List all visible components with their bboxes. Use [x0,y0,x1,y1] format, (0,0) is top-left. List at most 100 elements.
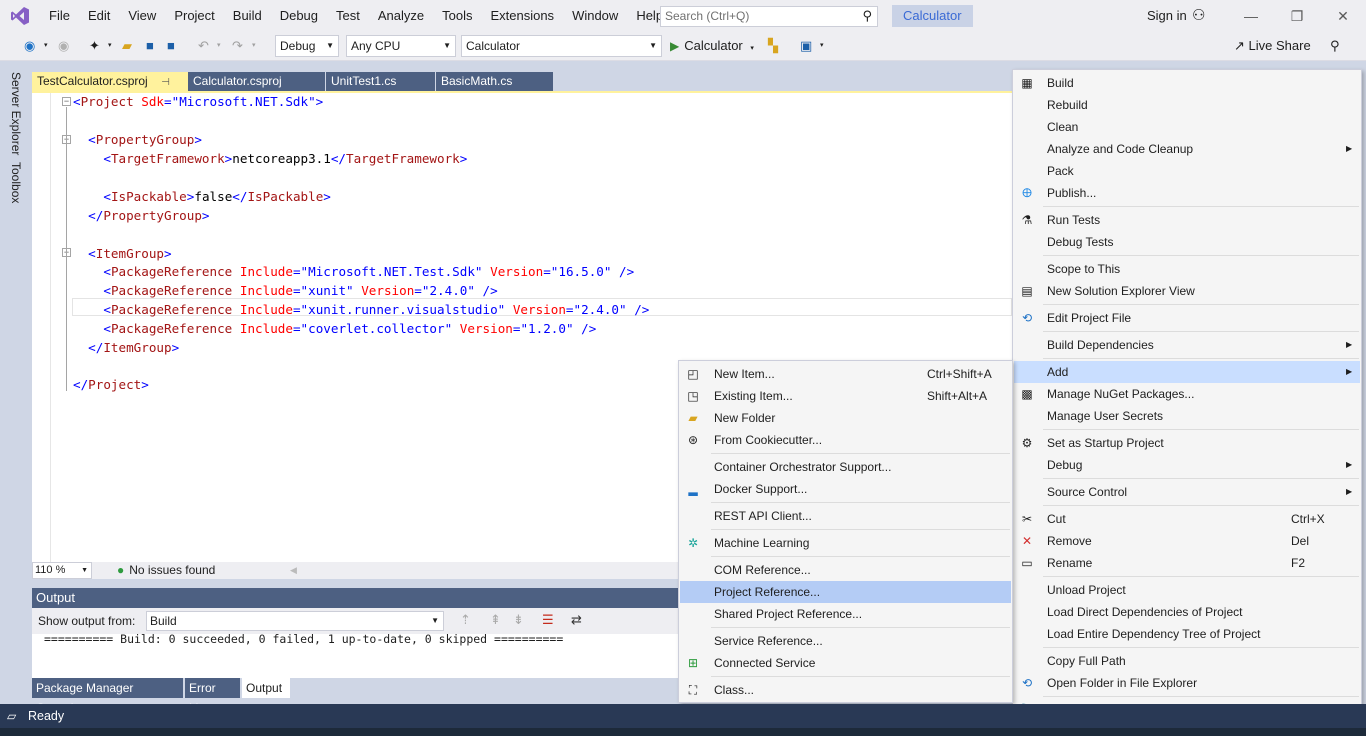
menu-file[interactable]: File [40,0,79,32]
add-rest-api-client[interactable]: REST API Client... [680,505,1011,527]
menu-project[interactable]: Project [165,0,223,32]
ctx-source-control[interactable]: Source Control ▶ [1014,481,1360,503]
ctx-load-direct-dependencies-of-project[interactable]: Load Direct Dependencies of Project [1014,601,1360,623]
ctx-cut[interactable]: ✂ Cut Ctrl+X [1014,508,1360,530]
search-box[interactable]: Search (Ctrl+Q) ⚲ [660,6,878,27]
menu-analyze[interactable]: Analyze [369,0,433,32]
forward-arrow-icon[interactable]: ◉ [58,36,69,56]
add-connected-service[interactable]: ⊞ Connected Service [680,652,1011,674]
ctx-edit-project-file[interactable]: ⟲ Edit Project File [1014,307,1360,329]
menu-debug[interactable]: Debug [271,0,327,32]
configuration-combo[interactable]: Debug ▼ [275,35,339,57]
issues-indicator[interactable]: ● No issues found [117,562,215,579]
ctx-build-dependencies[interactable]: Build Dependencies ▶ [1014,334,1360,356]
word-wrap-icon[interactable]: ⇄ [571,612,582,628]
menu-edit[interactable]: Edit [79,0,119,32]
tab-basicmath-cs[interactable]: BasicMath.cs [436,72,553,91]
collapse-icon[interactable]: − [62,97,71,106]
ctx-scope-to-this[interactable]: Scope to This [1014,258,1360,280]
add-project-reference[interactable]: Project Reference... [680,581,1011,603]
zoom-combo[interactable]: 110 % ▼ [32,562,92,579]
ctx-rebuild[interactable]: Rebuild [1014,94,1360,116]
close-window-button[interactable]: ✕ [1320,0,1366,32]
tab-error-list[interactable]: Error List [185,678,240,715]
new-project-dropdown-icon[interactable]: ▾ [108,36,112,56]
clear-all-icon[interactable]: ☰ [542,612,554,628]
menu-tools[interactable]: Tools [433,0,481,32]
add-new-item[interactable]: ◰ New Item... Ctrl+Shift+A [680,363,1011,385]
add-docker-support[interactable]: ▂ Docker Support... [680,478,1011,500]
find-message-icon[interactable]: ⇡ [460,612,471,628]
ctx-manage-nuget-packages[interactable]: ▩ Manage NuGet Packages... [1014,383,1360,405]
toolbar-overflow-icon[interactable]: ▾ [820,36,824,56]
add-existing-item[interactable]: ◳ Existing Item... Shift+Alt+A [680,385,1011,407]
save-icon[interactable]: ■ [146,36,154,56]
toolbox-tab[interactable]: Toolbox [9,162,23,203]
add-new-folder[interactable]: ▰ New Folder [680,407,1011,429]
menu-view[interactable]: View [119,0,165,32]
ctx-load-entire-dependency-tree-of-project[interactable]: Load Entire Dependency Tree of Project [1014,623,1360,645]
add-machine-learning[interactable]: ✲ Machine Learning [680,532,1011,554]
redo-icon[interactable]: ↷ [232,36,243,56]
ctx-new-solution-explorer-view[interactable]: ▤ New Solution Explorer View [1014,280,1360,302]
ctx-add[interactable]: Add ▶ [1014,361,1360,383]
tab-testcalculator-csproj[interactable]: TestCalculator.csproj ⊣ ✕ [32,72,188,108]
ctx-run-tests[interactable]: ⚗ Run Tests [1014,209,1360,231]
add-class[interactable]: ⛶ Class... [680,679,1011,701]
undo-dropdown-icon[interactable]: ▾ [217,36,221,56]
back-dropdown-icon[interactable]: ▾ [44,36,48,56]
prev-message-icon[interactable]: ⇞ [490,612,501,628]
main-menu: File Edit View Project Build Debug Test Analyze… [40,0,672,32]
ctx-rename[interactable]: ▭ Rename F2 [1014,552,1360,574]
ctx-clean[interactable]: Clean [1014,116,1360,138]
ctx-build[interactable]: ▦ Build [1014,72,1360,94]
ctx-analyze-and-code-cleanup[interactable]: Analyze and Code Cleanup ▶ [1014,138,1360,160]
browse-icon[interactable]: ▚ [768,36,778,56]
output-source-combo[interactable]: Build ▼ [146,611,444,631]
back-arrow-icon[interactable]: ◉ [24,36,35,56]
ctx-copy-full-path[interactable]: Copy Full Path [1014,650,1360,672]
menu-window[interactable]: Window [563,0,627,32]
scroll-left-icon[interactable]: ◀ [290,562,297,579]
tab-calculator-csproj[interactable]: Calculator.csproj [188,72,325,91]
ctx-set-as-startup-project[interactable]: ⚙ Set as Startup Project [1014,432,1360,454]
platform-combo[interactable]: Any CPU ▼ [346,35,456,57]
undo-icon[interactable]: ↶ [198,36,209,56]
ctx-debug[interactable]: Debug ▶ [1014,454,1360,476]
tab-unittest1-cs[interactable]: UnitTest1.cs [326,72,435,91]
ctx-manage-user-secrets[interactable]: Manage User Secrets [1014,405,1360,427]
new-project-icon[interactable]: ✦ [89,36,100,56]
tab-output[interactable]: Output [242,678,290,698]
add-from-cookiecutter[interactable]: ⊛ From Cookiecutter... [680,429,1011,451]
ctx-pack[interactable]: Pack [1014,160,1360,182]
add-shared-project-reference[interactable]: Shared Project Reference... [680,603,1011,625]
screenshot-tool-icon[interactable]: ▣ [800,36,812,56]
pin-icon[interactable]: ⊣ [161,77,170,88]
startup-project-combo[interactable]: Calculator ▼ [461,35,662,57]
start-debugging-button[interactable]: ▶ Calculator ▾ [670,35,754,57]
output-text-area[interactable]: ========== Build: 0 succeeded, 0 failed,… [32,633,680,678]
ctx-remove[interactable]: ✕ Remove Del [1014,530,1360,552]
open-file-icon[interactable]: ▰ [122,36,132,56]
ctx-debug-tests[interactable]: Debug Tests [1014,231,1360,253]
menu-test[interactable]: Test [327,0,369,32]
restore-button[interactable]: ❐ [1274,0,1320,32]
next-message-icon[interactable]: ⇟ [513,612,524,628]
minimize-button[interactable]: — [1228,0,1274,32]
add-com-reference[interactable]: COM Reference... [680,559,1011,581]
ctx-unload-project[interactable]: Unload Project [1014,579,1360,601]
ctx-open-folder-in-file-explorer[interactable]: ⟲ Open Folder in File Explorer [1014,672,1360,694]
feedback-icon[interactable]: ⚲ [1330,36,1340,56]
redo-dropdown-icon[interactable]: ▾ [252,36,256,56]
add-service-reference[interactable]: Service Reference... [680,630,1011,652]
tab-package-manager-console[interactable]: Package Manager Console [32,678,183,715]
ctx-publish[interactable]: 🜨 Publish... [1014,182,1360,204]
save-all-icon[interactable]: ■ [167,36,175,56]
sign-in-link[interactable]: Sign in [1147,0,1187,32]
menu-build[interactable]: Build [224,0,271,32]
live-share-button[interactable]: ↗ Live Share [1234,35,1311,57]
server-explorer-tab[interactable]: Server Explorer [9,72,23,155]
menu-extensions[interactable]: Extensions [481,0,563,32]
add-container-orchestrator-support[interactable]: Container Orchestrator Support... [680,456,1011,478]
account-icon[interactable]: ⚇ [1192,0,1205,32]
